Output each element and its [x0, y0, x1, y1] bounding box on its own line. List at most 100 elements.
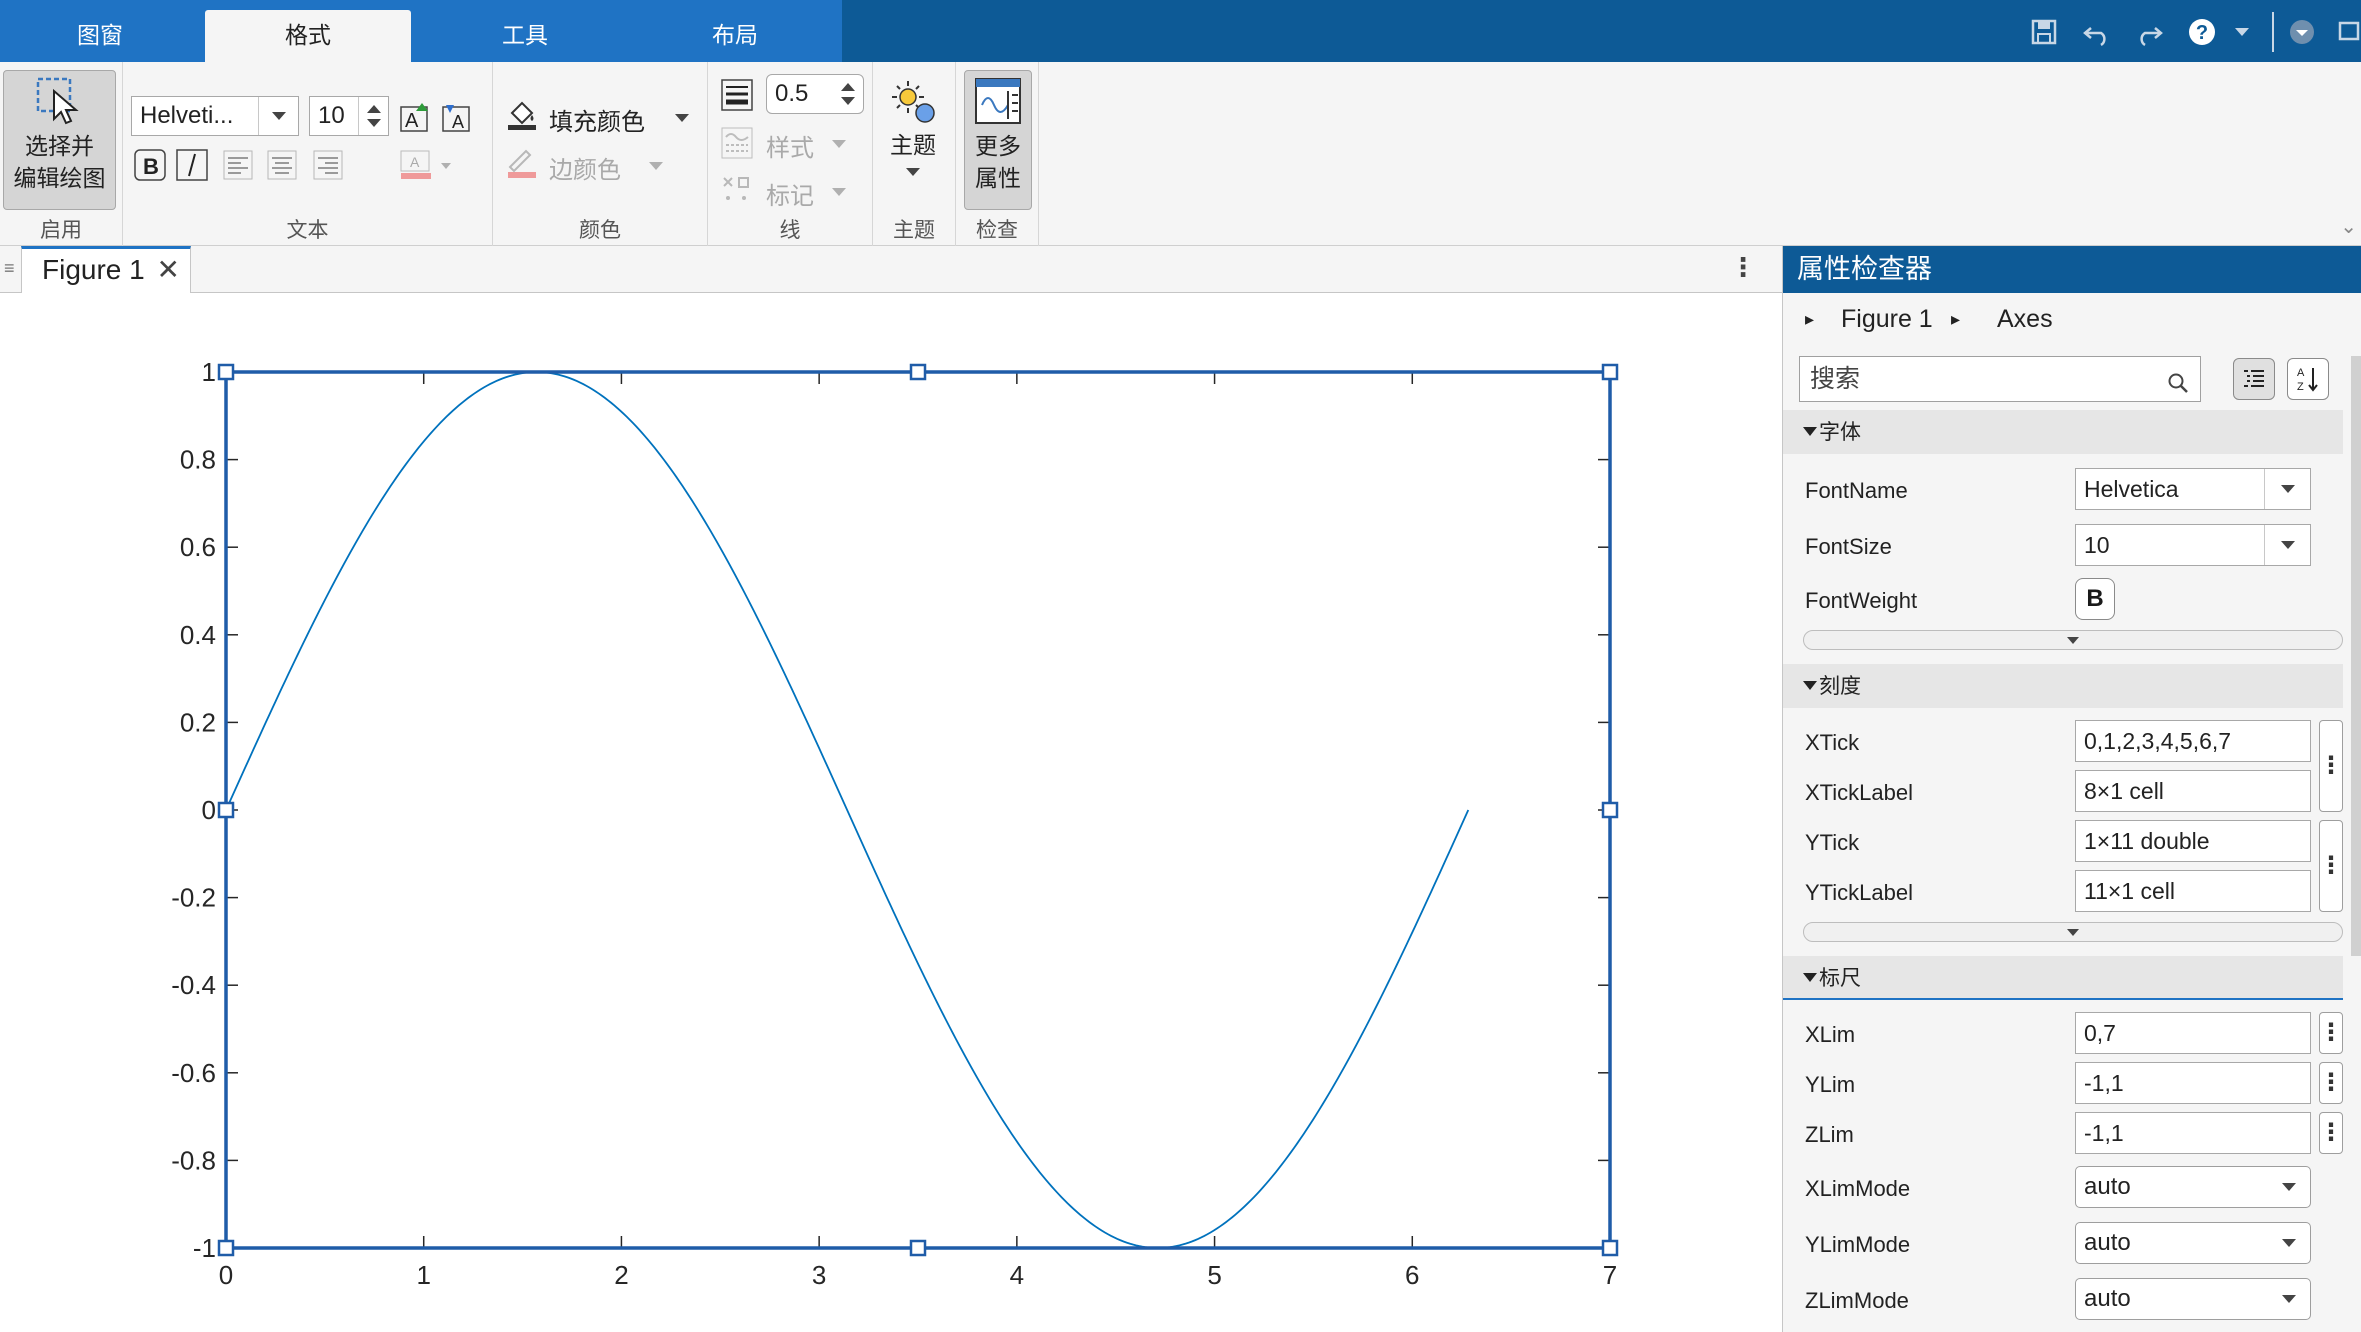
ylimmode-value: auto [2084, 1229, 2131, 1256]
figure-canvas[interactable]: 0 1 2 3 4 5 6 7 -1 -0.8 -0.6 -0.4 -0.2 0 0.2 0.4 0.6 0.8… [0, 293, 1782, 1332]
ylimmode-dropdown[interactable]: auto [2075, 1222, 2311, 1264]
group-text: Helveti... 10 A A B A 文本 [123, 62, 493, 246]
inspector-scrollbar[interactable] [2351, 356, 2361, 956]
tab-format[interactable]: 格式 [205, 10, 411, 62]
save-icon[interactable] [2026, 12, 2062, 52]
property-inspector: 属性检查器 ▸ Figure 1 ▸ Axes 搜索 AZ 字体 FontNam… [1782, 246, 2361, 1332]
resize-handle[interactable] [1601, 1239, 1619, 1257]
italic-icon[interactable] [175, 148, 209, 182]
window-dock-icon[interactable] [2332, 12, 2361, 52]
bold-icon[interactable]: B [133, 148, 167, 182]
tab-figure[interactable]: 图窗 [30, 10, 170, 62]
section-font-header[interactable]: 字体 [1783, 410, 2343, 454]
toolbar-separator [2272, 12, 2274, 52]
y-tick-label: 0.2 [180, 707, 216, 737]
svg-text:B: B [143, 154, 159, 179]
undo-icon[interactable] [2080, 12, 2116, 52]
text-color-icon[interactable]: A [397, 148, 457, 182]
select-edit-plot-button[interactable]: 选择并 编辑绘图 [3, 70, 116, 210]
xtick-more-icon[interactable]: ⋮ [2319, 720, 2343, 812]
ribbon: 选择并 编辑绘图 启用 Helveti... 10 A A B A 文本 填充颜… [0, 62, 2361, 246]
resize-handle[interactable] [1601, 363, 1619, 381]
resize-handle[interactable] [217, 801, 235, 819]
help-icon[interactable]: ? [2184, 12, 2220, 52]
redo-icon[interactable] [2130, 12, 2166, 52]
document-options-icon[interactable]: ⋮ [1730, 252, 1756, 283]
align-left-icon[interactable] [221, 148, 255, 182]
xlim-field[interactable]: 0,7 [2075, 1012, 2311, 1054]
ylim-field[interactable]: -1,1 [2075, 1062, 2311, 1104]
line-style-dropdown-icon[interactable] [832, 140, 846, 148]
axes[interactable]: 0 1 2 3 4 5 6 7 -1 -0.8 -0.6 -0.4 -0.2 0 0.2 0.4 0.6 0.8… [0, 293, 1782, 1332]
theme-button[interactable]: 主题 [877, 74, 949, 204]
document-bar-menu-icon[interactable]: ≡ [4, 258, 15, 279]
yticklabel-field[interactable]: 11×1 cell [2075, 870, 2311, 912]
fill-color-label[interactable]: 填充颜色 [549, 102, 645, 137]
font-name-dropdown[interactable]: Helveti... [131, 96, 299, 136]
breadcrumb-expand-icon[interactable]: ▸ [1805, 293, 1814, 345]
fill-color-dropdown-icon[interactable] [675, 114, 689, 122]
zlim-field[interactable]: -1,1 [2075, 1112, 2311, 1154]
xlimmode-dropdown[interactable]: auto [2075, 1166, 2311, 1208]
ribbon-collapse-icon[interactable]: ⌄ [2340, 214, 2357, 239]
section-ticks-header[interactable]: 刻度 [1783, 664, 2343, 708]
decrease-font-icon[interactable]: A [441, 100, 475, 134]
y-tick-label: -0.4 [171, 970, 216, 1000]
ytick-more-icon[interactable]: ⋮ [2319, 820, 2343, 912]
line-width-spinner[interactable]: 0.5 [766, 74, 864, 114]
fontsize-dropdown[interactable]: 10 [2075, 524, 2311, 566]
resize-handle[interactable] [1601, 801, 1619, 819]
edge-color-label[interactable]: 边颜色 [549, 150, 621, 185]
ytick-field[interactable]: 1×11 double [2075, 820, 2311, 862]
fill-color-icon[interactable] [505, 98, 539, 132]
align-right-icon[interactable] [311, 148, 345, 182]
sort-alphabetical-icon[interactable]: AZ [2287, 358, 2329, 400]
tab-layout[interactable]: 布局 [665, 10, 805, 62]
align-center-icon[interactable] [265, 148, 299, 182]
xtick-field[interactable]: 0,1,2,3,4,5,6,7 [2075, 720, 2311, 762]
edge-color-dropdown-icon[interactable] [649, 162, 663, 170]
tab-figure-1[interactable]: Figure 1 ✕ [21, 246, 191, 293]
fontname-dropdown[interactable]: Helvetica [2075, 468, 2311, 510]
zlimmode-dropdown[interactable]: auto [2075, 1278, 2311, 1320]
font-size-spinner[interactable]: 10 [309, 96, 389, 136]
ylim-more-icon[interactable]: ⋮ [2319, 1062, 2343, 1104]
selection-handles[interactable] [217, 363, 1619, 1257]
quick-access-menu-icon[interactable] [2284, 12, 2320, 52]
expand-more-button[interactable] [1803, 630, 2343, 650]
group-view-icon[interactable] [2233, 358, 2275, 400]
axes-frame[interactable] [224, 370, 1612, 1250]
plot-line[interactable] [225, 371, 1470, 1249]
search-icon [2166, 365, 2190, 409]
increase-font-icon[interactable]: A [399, 100, 433, 134]
spinner-arrows-icon[interactable] [833, 75, 863, 113]
more-properties-button[interactable]: 更多 属性 [964, 70, 1032, 210]
expand-more-button[interactable] [1803, 922, 2343, 942]
breadcrumb-axes[interactable]: Axes [1997, 293, 2053, 345]
resize-handle[interactable] [217, 363, 235, 381]
edge-color-icon[interactable] [505, 146, 539, 180]
x-tick-label: 2 [614, 1260, 628, 1290]
marker-icon[interactable] [720, 174, 754, 208]
section-collapse-icon [1803, 681, 1817, 690]
resize-handle[interactable] [909, 1239, 927, 1257]
close-icon[interactable]: ✕ [157, 249, 180, 291]
help-dropdown-icon[interactable] [2224, 12, 2260, 52]
search-input[interactable]: 搜索 [1799, 356, 2201, 402]
zlim-more-icon[interactable]: ⋮ [2319, 1112, 2343, 1154]
xticklabel-field[interactable]: 8×1 cell [2075, 770, 2311, 812]
tab-tools[interactable]: 工具 [455, 10, 595, 62]
fontweight-bold-toggle[interactable]: B [2075, 578, 2115, 620]
line-style-icon[interactable] [720, 126, 754, 160]
resize-handle[interactable] [217, 1239, 235, 1257]
line-style-label[interactable]: 样式 [766, 128, 814, 163]
section-rulers-header[interactable]: 标尺 [1783, 956, 2343, 1000]
resize-handle[interactable] [909, 363, 927, 381]
breadcrumb-figure[interactable]: Figure 1 [1841, 293, 1933, 345]
xlim-more-icon[interactable]: ⋮ [2319, 1012, 2343, 1054]
marker-label[interactable]: 标记 [766, 176, 814, 211]
line-width-icon[interactable] [720, 78, 754, 112]
theme-dropdown-icon [877, 168, 949, 176]
marker-dropdown-icon[interactable] [832, 188, 846, 196]
spinner-arrows-icon[interactable] [358, 97, 388, 135]
